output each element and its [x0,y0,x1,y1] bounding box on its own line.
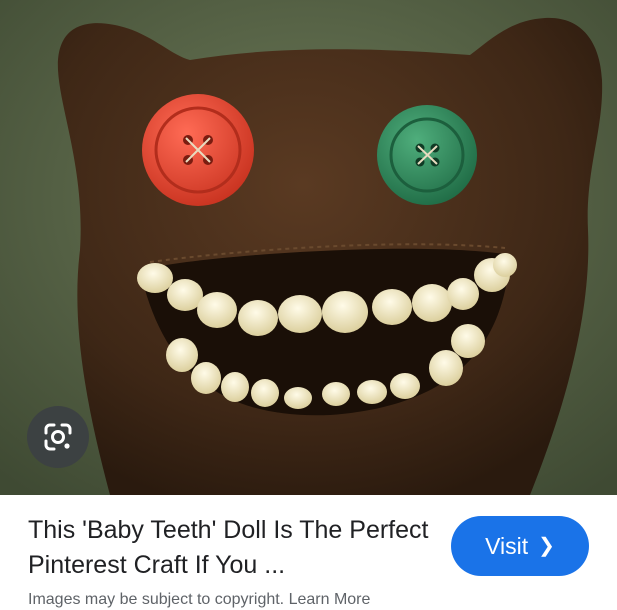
red-button-eye [142,94,254,206]
doll-photo [0,0,617,495]
copyright-notice: Images may be subject to copyright. Lear… [28,591,371,608]
result-title[interactable]: This 'Baby Teeth' Doll Is The Perfect Pi… [28,513,438,583]
visit-button[interactable]: Visit ❯ [451,516,589,576]
chevron-right-icon: ❯ [538,535,555,557]
visit-label: Visit [485,532,529,559]
google-lens-icon [44,423,72,451]
preview-image[interactable] [0,0,617,495]
green-button-eye [377,105,477,205]
google-lens-button[interactable] [27,406,89,468]
